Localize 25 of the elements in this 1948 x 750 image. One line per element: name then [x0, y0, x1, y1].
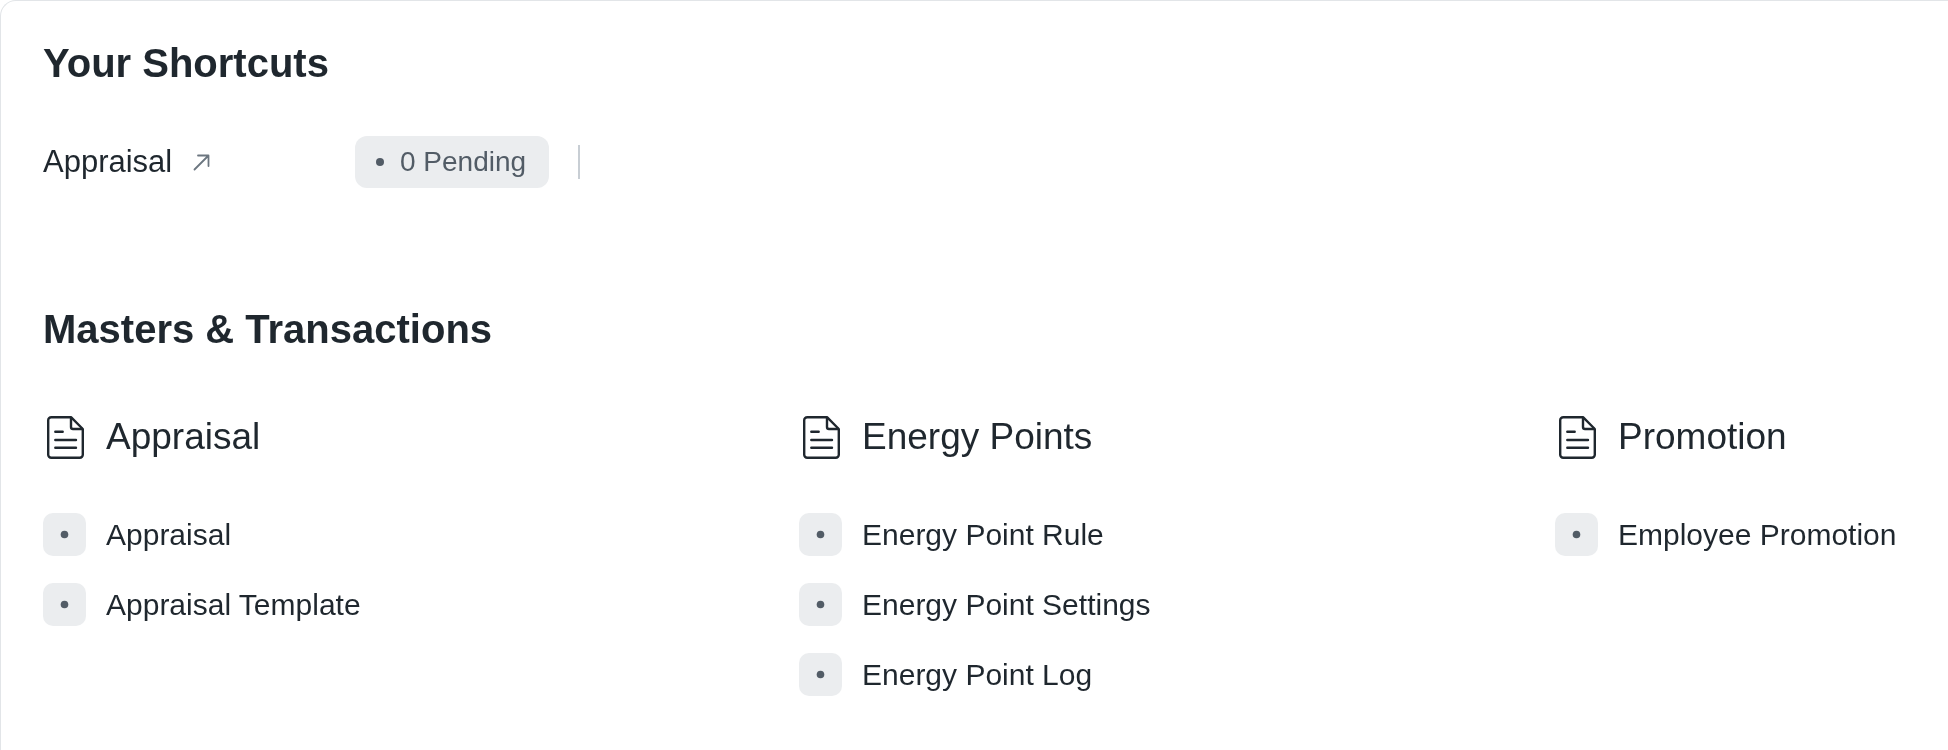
document-icon	[803, 415, 840, 459]
card-title: Appraisal	[106, 415, 261, 459]
bullet-icon	[799, 513, 842, 556]
bullet-icon	[799, 653, 842, 696]
arrow-up-right-icon	[192, 152, 212, 172]
bullet-icon	[1555, 513, 1598, 556]
dot-icon	[376, 158, 384, 166]
link-item[interactable]: Appraisal Template	[43, 583, 361, 626]
pending-badge[interactable]: 0 Pending	[355, 136, 550, 188]
bullet-icon	[799, 583, 842, 626]
link-item[interactable]: Appraisal	[43, 513, 232, 556]
card-title: Energy Points	[862, 415, 1093, 459]
bullet-icon	[43, 513, 86, 556]
section-heading: Your Shortcuts	[43, 40, 329, 87]
card-title: Promotion	[1618, 415, 1787, 459]
section-heading: Masters & Transactions	[43, 306, 493, 353]
link-item[interactable]: Energy Point Log	[799, 653, 1093, 696]
document-icon	[47, 415, 84, 459]
bullet-icon	[43, 583, 86, 626]
shortcut-link[interactable]: Appraisal	[43, 143, 212, 181]
document-icon	[1559, 415, 1596, 459]
link-item[interactable]: Employee Promotion	[1555, 513, 1897, 556]
link-item[interactable]: Energy Point Settings	[799, 583, 1151, 626]
pending-count: 0 Pending	[400, 145, 527, 179]
link-item[interactable]: Energy Point Rule	[799, 513, 1104, 556]
